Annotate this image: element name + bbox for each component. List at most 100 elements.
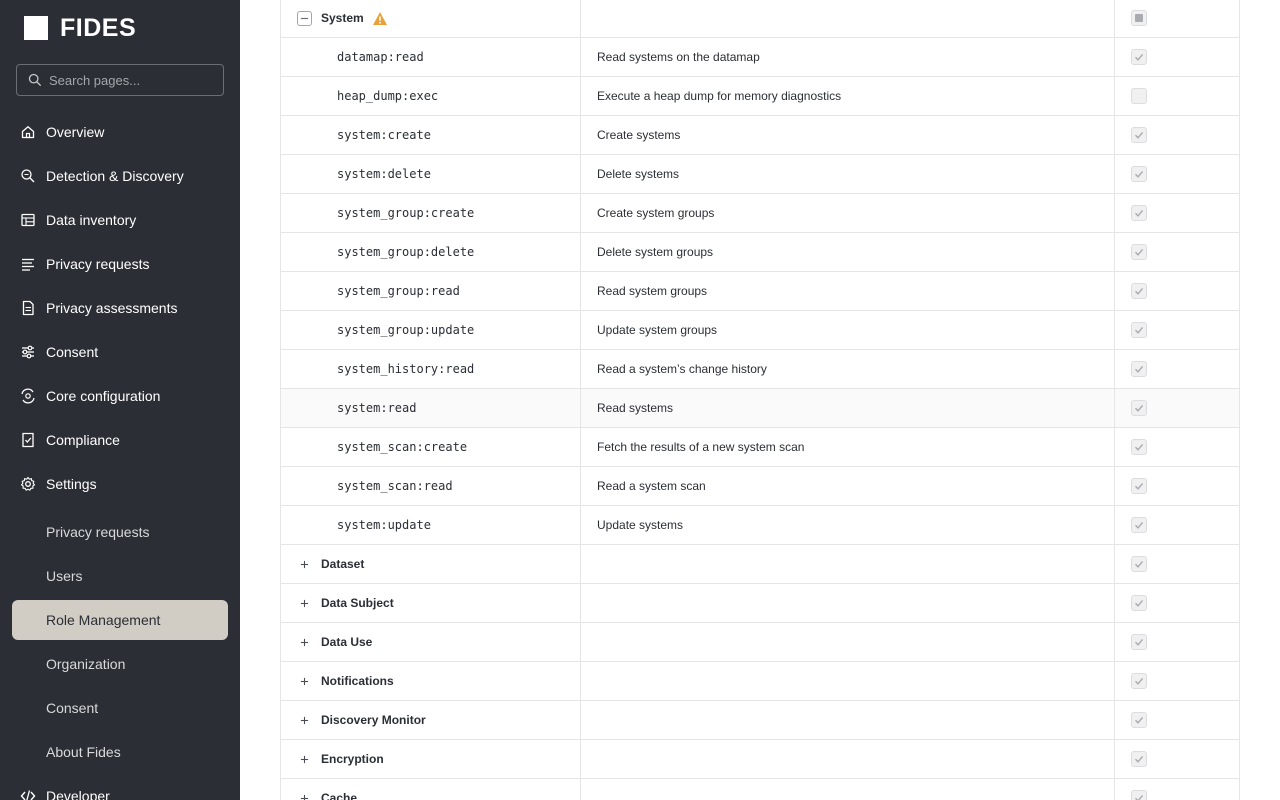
nav-settings[interactable]: Settings: [0, 464, 240, 504]
nav-core-configuration[interactable]: Core configuration: [0, 376, 240, 416]
group-checkbox-indeterminate[interactable]: [1131, 10, 1147, 26]
permission-checkbox[interactable]: [1131, 205, 1147, 221]
group-checkbox-cell: [1115, 0, 1239, 37]
permission-checkbox[interactable]: [1131, 322, 1147, 338]
group-checkbox[interactable]: [1131, 751, 1147, 767]
permission-row[interactable]: system:update Update systems: [281, 506, 1239, 545]
check-icon: [1135, 248, 1144, 256]
nav-compliance[interactable]: Compliance: [0, 420, 240, 460]
check-icon: [1135, 638, 1144, 646]
permission-row[interactable]: system:read Read systems: [281, 389, 1239, 428]
settings-privacy-requests[interactable]: Privacy requests: [12, 512, 228, 552]
permission-checkbox-cell: [1115, 194, 1239, 232]
indeterminate-mark: [1135, 14, 1143, 22]
nav-developer[interactable]: Developer: [0, 776, 240, 800]
permission-checkbox[interactable]: [1131, 400, 1147, 416]
plus-icon: [300, 599, 309, 607]
permission-row[interactable]: system_group:read Read system groups: [281, 272, 1239, 311]
expand-toggle[interactable]: [297, 557, 312, 572]
group-checkbox[interactable]: [1131, 673, 1147, 689]
fides-logo[interactable]: FIDES: [24, 13, 137, 42]
permission-row[interactable]: system_group:update Update system groups: [281, 311, 1239, 350]
permission-checkbox-cell: [1115, 155, 1239, 193]
settings-role-management[interactable]: Role Management: [12, 600, 228, 640]
permission-code-cell: datamap:read: [281, 38, 581, 76]
permission-checkbox[interactable]: [1131, 517, 1147, 533]
permission-checkbox[interactable]: [1131, 361, 1147, 377]
permission-row[interactable]: datamap:read Read systems on the datamap: [281, 38, 1239, 77]
expand-toggle[interactable]: [297, 752, 312, 767]
group-row[interactable]: Cache: [281, 779, 1239, 800]
permission-checkbox-cell: [1115, 389, 1239, 427]
permission-row[interactable]: heap_dump:exec Execute a heap dump for me…: [281, 77, 1239, 116]
permission-row[interactable]: system_group:create Create system groups: [281, 194, 1239, 233]
permission-checkbox[interactable]: [1131, 127, 1147, 143]
search-box[interactable]: [16, 64, 224, 96]
nav-label: Core configuration: [46, 388, 161, 404]
expand-toggle[interactable]: [297, 596, 312, 611]
permission-checkbox[interactable]: [1131, 49, 1147, 65]
list-icon: [22, 258, 34, 271]
permission-description: Fetch the results of a new system scan: [581, 428, 1115, 466]
permission-code: heap_dump:exec: [337, 89, 439, 103]
permission-row[interactable]: system:delete Delete systems: [281, 155, 1239, 194]
group-checkbox[interactable]: [1131, 556, 1147, 572]
permission-description: Read systems on the datamap: [581, 38, 1115, 76]
plus-icon: [300, 755, 309, 763]
permission-description: Read a system’s change history: [581, 350, 1115, 388]
permission-checkbox[interactable]: [1131, 478, 1147, 494]
nav-label: Detection & Discovery: [46, 168, 184, 184]
settings-consent[interactable]: Consent: [12, 688, 228, 728]
nav-detection-discovery[interactable]: Detection & Discovery: [0, 156, 240, 196]
permission-checkbox[interactable]: [1131, 88, 1147, 104]
minus-icon: [300, 17, 309, 19]
settings-organization[interactable]: Organization: [12, 644, 228, 684]
expand-toggle[interactable]: [297, 791, 312, 800]
permission-row[interactable]: system_scan:read Read a system scan: [281, 467, 1239, 506]
group-name: System: [321, 11, 364, 25]
group-name: Cache: [321, 791, 358, 800]
permission-checkbox[interactable]: [1131, 244, 1147, 260]
group-checkbox[interactable]: [1131, 595, 1147, 611]
check-icon: [1135, 677, 1144, 685]
expand-toggle[interactable]: [297, 674, 312, 689]
permission-description: Read system groups: [581, 272, 1115, 310]
permission-checkbox-cell: [1115, 311, 1239, 349]
check-icon: [1135, 287, 1144, 295]
settings-about-fides[interactable]: About Fides: [12, 732, 228, 772]
logo-text: FIDES: [60, 13, 137, 42]
permission-row[interactable]: system_group:delete Delete system groups: [281, 233, 1239, 272]
search-input[interactable]: [49, 72, 219, 88]
check-icon: [1135, 443, 1144, 451]
group-row[interactable]: Notifications: [281, 662, 1239, 701]
permission-checkbox[interactable]: [1131, 166, 1147, 182]
settings-users[interactable]: Users: [12, 556, 228, 596]
permission-code-cell: system:delete: [281, 155, 581, 193]
permission-row[interactable]: system_scan:create Fetch the results of a…: [281, 428, 1239, 467]
group-row[interactable]: Discovery Monitor: [281, 701, 1239, 740]
permission-row[interactable]: system_history:read Read a system’s chang…: [281, 350, 1239, 389]
group-row[interactable]: Data Subject: [281, 584, 1239, 623]
group-row[interactable]: Dataset: [281, 545, 1239, 584]
nav-privacy-assessments[interactable]: Privacy assessments: [0, 288, 240, 328]
nav-overview[interactable]: Overview: [0, 112, 240, 152]
permission-code-cell: system:update: [281, 506, 581, 544]
collapse-toggle[interactable]: [297, 10, 312, 26]
permission-row[interactable]: system:create Create systems: [281, 116, 1239, 155]
permission-checkbox[interactable]: [1131, 439, 1147, 455]
nav-consent[interactable]: Consent: [0, 332, 240, 372]
expand-toggle[interactable]: [297, 635, 312, 650]
group-row[interactable]: Data Use: [281, 623, 1239, 662]
permission-checkbox-cell: [1115, 506, 1239, 544]
group-checkbox[interactable]: [1131, 634, 1147, 650]
permission-code-cell: system_history:read: [281, 350, 581, 388]
expand-toggle[interactable]: [297, 713, 312, 728]
nav-data-inventory[interactable]: Data inventory: [0, 200, 240, 240]
plus-icon: [300, 638, 309, 646]
nav-privacy-requests[interactable]: Privacy requests: [0, 244, 240, 284]
group-row-system[interactable]: System: [281, 0, 1239, 38]
group-checkbox[interactable]: [1131, 790, 1147, 800]
group-checkbox[interactable]: [1131, 712, 1147, 728]
permission-checkbox[interactable]: [1131, 283, 1147, 299]
group-row[interactable]: Encryption: [281, 740, 1239, 779]
